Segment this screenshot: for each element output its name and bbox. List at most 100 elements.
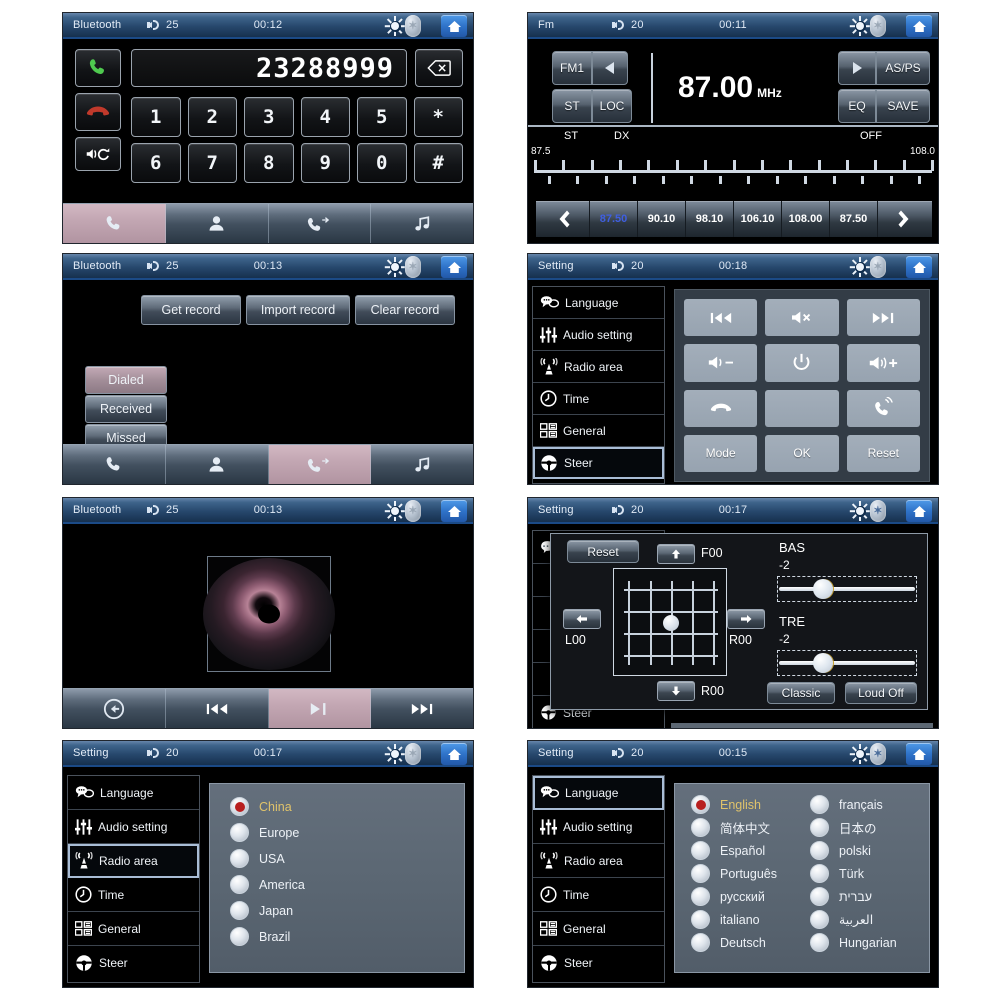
preset-station-4[interactable]: 106.10 [734, 201, 782, 237]
treble-slider[interactable] [777, 650, 917, 676]
keypad-key-3[interactable]: 3 [244, 97, 294, 137]
back-button[interactable] [63, 689, 166, 728]
keypad-key-1[interactable]: 1 [131, 97, 181, 137]
option-العربية[interactable]: العربية [810, 910, 929, 929]
bluetooth-icon[interactable]: ✶ [405, 500, 421, 522]
fader-rear-button[interactable] [657, 681, 695, 701]
autostore-button[interactable]: AS/PS [876, 51, 930, 85]
steer-button-blank[interactable] [765, 389, 839, 427]
option-Português[interactable]: Português [691, 864, 810, 883]
radio-button[interactable] [230, 797, 249, 816]
option-Brazil[interactable]: Brazil [230, 927, 464, 946]
option-italiano[interactable]: italiano [691, 910, 810, 929]
option-English[interactable]: English [691, 795, 810, 814]
radio-button[interactable] [230, 875, 249, 894]
option-עברית[interactable]: עברית [810, 887, 929, 906]
call-answer-button[interactable] [75, 49, 121, 87]
home-icon[interactable] [906, 256, 932, 278]
sidebar-item-steer[interactable]: Steer [533, 447, 664, 479]
sidebar-item-language[interactable]: Language [533, 287, 664, 319]
radio-button[interactable] [691, 910, 710, 929]
keypad-key-4[interactable]: 4 [300, 97, 350, 137]
backspace-button[interactable] [415, 49, 463, 87]
sidebar-item-time[interactable]: Time [533, 878, 664, 912]
bluetooth-icon[interactable]: ✶ [870, 256, 886, 278]
keypad-key-5[interactable]: 5 [357, 97, 407, 137]
option-français[interactable]: français [810, 795, 929, 814]
balance-right-button[interactable] [727, 609, 765, 629]
option-Español[interactable]: Español [691, 841, 810, 860]
keypad-key-8[interactable]: 8 [244, 143, 294, 183]
fader-front-button[interactable] [657, 544, 695, 564]
option-日本の[interactable]: 日本の [810, 818, 929, 837]
radio-button[interactable] [691, 818, 710, 837]
bluetooth-icon[interactable]: ✶ [870, 743, 886, 765]
preset-station-3[interactable]: 98.10 [686, 201, 734, 237]
treble-slider-knob[interactable] [813, 653, 833, 673]
sidebar-item-audio-setting[interactable]: Audio setting [533, 319, 664, 351]
steer-button-volume-down[interactable] [684, 344, 758, 382]
record-action-import-record[interactable]: Import record [246, 295, 350, 325]
radio-button[interactable] [230, 849, 249, 868]
radio-button[interactable] [691, 933, 710, 952]
steer-button-call-answer[interactable] [846, 389, 920, 427]
call-end-button[interactable] [75, 93, 121, 131]
steer-button-volume-up[interactable] [846, 344, 920, 382]
keypad-key-hash[interactable]: # [413, 143, 463, 183]
balance-left-button[interactable] [563, 609, 601, 629]
bluetooth-icon[interactable]: ✶ [870, 500, 886, 522]
bluetooth-icon[interactable]: ✶ [405, 15, 421, 37]
radio-button[interactable] [691, 841, 710, 860]
sidebar-item-radio-area[interactable]: Radio area [68, 844, 199, 878]
option-Deutsch[interactable]: Deutsch [691, 933, 810, 952]
option-Japan[interactable]: Japan [230, 901, 464, 920]
option-Türk[interactable]: Türk [810, 864, 929, 883]
eq-button[interactable]: EQ [838, 89, 876, 123]
bass-slider[interactable] [777, 576, 917, 602]
next-button[interactable] [371, 689, 473, 728]
stereo-button[interactable]: ST [552, 89, 592, 123]
option-America[interactable]: America [230, 875, 464, 894]
fader-pad[interactable] [613, 568, 727, 676]
audio-transfer-button[interactable] [75, 137, 121, 171]
bluetooth-icon[interactable]: ✶ [870, 15, 886, 37]
bluetooth-icon[interactable]: ✶ [405, 256, 421, 278]
home-icon[interactable] [906, 500, 932, 522]
tab-dialer[interactable] [63, 204, 166, 243]
radio-button[interactable] [810, 933, 829, 952]
steer-button-reset[interactable]: Reset [846, 434, 920, 472]
radio-button[interactable] [810, 864, 829, 883]
option-русский[interactable]: русский [691, 887, 810, 906]
tab-music[interactable] [371, 204, 473, 243]
radio-button[interactable] [230, 927, 249, 946]
sidebar-item-audio-setting[interactable]: Audio setting [68, 810, 199, 844]
option-China[interactable]: China [230, 797, 464, 816]
sidebar-item-general[interactable]: General [533, 912, 664, 946]
preset-station-2[interactable]: 90.10 [638, 201, 686, 237]
tuner-scale[interactable] [534, 159, 934, 187]
radio-button[interactable] [810, 887, 829, 906]
local-button[interactable]: LOC [592, 89, 632, 123]
sidebar-item-steer[interactable]: Steer [68, 946, 199, 980]
steer-button-next-track[interactable] [846, 299, 920, 337]
home-icon[interactable] [906, 15, 932, 37]
preset-prev-button[interactable] [536, 201, 590, 237]
record-action-clear-record[interactable]: Clear record [355, 295, 455, 325]
bluetooth-icon[interactable]: ✶ [405, 743, 421, 765]
sidebar-item-language[interactable]: Language [533, 776, 664, 810]
radio-button[interactable] [810, 841, 829, 860]
bass-slider-knob[interactable] [813, 579, 833, 599]
tune-prev-button[interactable] [592, 51, 628, 85]
steer-button-mute[interactable] [765, 299, 839, 337]
tab-records[interactable] [269, 204, 372, 243]
radio-button[interactable] [691, 887, 710, 906]
loudness-button[interactable]: Loud Off [845, 682, 917, 704]
fader-position-dot[interactable] [663, 615, 679, 631]
radio-button[interactable] [810, 795, 829, 814]
tab-dialer[interactable] [63, 445, 166, 484]
option-USA[interactable]: USA [230, 849, 464, 868]
sidebar-item-time[interactable]: Time [533, 383, 664, 415]
steer-button-mode[interactable]: Mode [684, 434, 758, 472]
preset-next-button[interactable] [878, 201, 932, 237]
radio-button[interactable] [810, 910, 829, 929]
